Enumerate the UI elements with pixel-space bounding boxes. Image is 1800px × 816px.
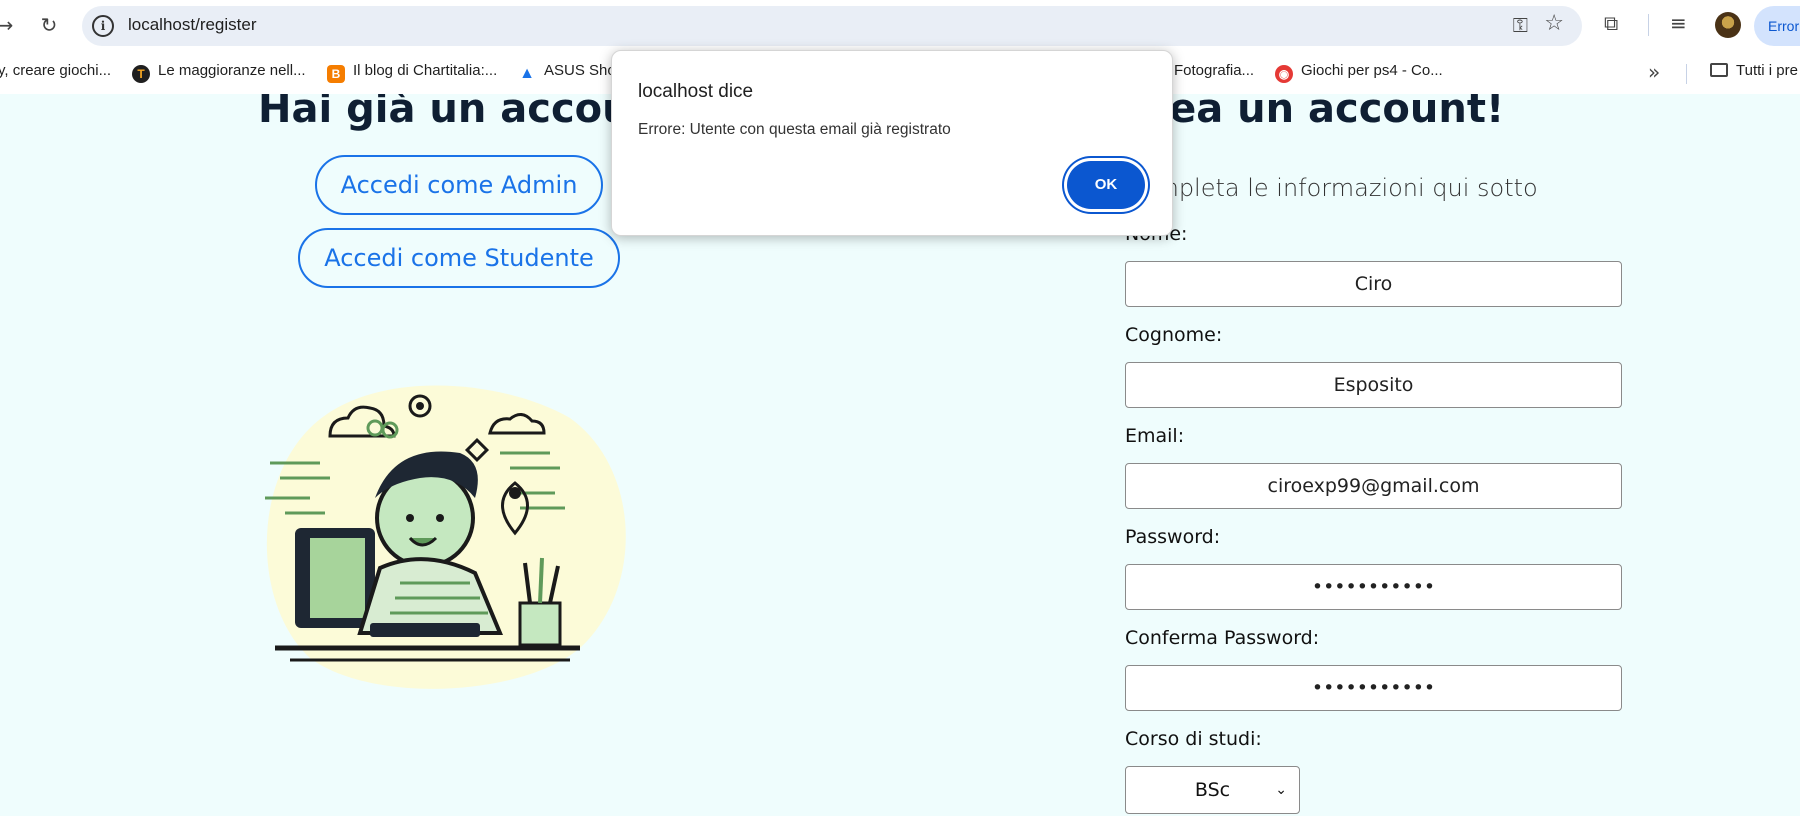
site-info-icon[interactable]: i [92, 15, 114, 37]
ok-button[interactable]: OK [1067, 161, 1145, 209]
chevron-down-icon: ⌄ [1275, 782, 1287, 798]
admin-login-button[interactable]: Accedi come Admin [315, 155, 603, 215]
profile-error-button[interactable]: Errori [1754, 6, 1800, 46]
extensions-icon[interactable]: ⧉ [1604, 11, 1618, 35]
site-favicon-icon: T [132, 65, 150, 83]
email-label: Email: [1125, 425, 1185, 447]
asus-icon: ▲ [519, 65, 535, 82]
browser-toolbar: → ↻ i localhost/register ⚿ ☆ ⧉ ≡ Errori [0, 0, 1800, 52]
bookmarks-folder[interactable]: Tutti i pre [1710, 62, 1798, 79]
cognome-label: Cognome: [1125, 324, 1223, 346]
nome-field[interactable] [1125, 261, 1622, 307]
bookmark-item[interactable]: B Il blog di Chartitalia:... [327, 62, 497, 83]
student-login-button[interactable]: Accedi come Studente [298, 228, 620, 288]
media-queue-icon[interactable]: ≡ [1670, 11, 1687, 35]
corso-select[interactable]: BSc ⌄ [1125, 766, 1300, 814]
dialog-title: localhost dice [638, 81, 754, 102]
corso-label: Corso di studi: [1125, 728, 1262, 750]
toolbar-divider [1648, 14, 1649, 36]
student-at-computer-illustration [265, 385, 626, 689]
bookmark-star-icon[interactable]: ☆ [1544, 11, 1564, 36]
alert-dialog: localhost dice Errore: Utente con questa… [611, 50, 1173, 236]
address-bar[interactable]: i localhost/register ⚿ ☆ [82, 6, 1582, 46]
bookmark-item[interactable]: y, creare giochi... [0, 62, 111, 79]
bookmark-item[interactable]: Fotografia... [1174, 62, 1254, 79]
profile-avatar[interactable] [1715, 12, 1741, 38]
register-subtitle: Completa le informazioni qui sotto [1124, 174, 1538, 202]
site-favicon-icon: ◉ [1275, 65, 1293, 83]
bookmark-item[interactable]: ▲ ASUS Sho [518, 62, 616, 83]
bookmarks-divider [1686, 64, 1687, 84]
dialog-message: Errore: Utente con questa email già regi… [638, 121, 951, 138]
email-field[interactable] [1125, 463, 1622, 509]
register-heading: Crea un account! [1120, 94, 1505, 132]
blogger-icon: B [327, 65, 345, 83]
cognome-field[interactable] [1125, 362, 1622, 408]
bookmark-item[interactable]: ◉ Giochi per ps4 - Co... [1275, 62, 1443, 83]
reload-icon[interactable]: ↻ [36, 12, 62, 38]
bookmark-item[interactable]: T Le maggioranze nell... [132, 62, 306, 83]
password-key-icon[interactable]: ⚿ [1513, 13, 1528, 37]
confirm-password-field[interactable] [1125, 665, 1622, 711]
password-label: Password: [1125, 526, 1221, 548]
more-bookmarks-icon[interactable]: » [1648, 60, 1660, 84]
confirm-password-label: Conferma Password: [1125, 627, 1320, 649]
forward-icon[interactable]: → [0, 12, 18, 38]
folder-icon [1710, 63, 1728, 77]
url-text[interactable]: localhost/register [128, 15, 257, 35]
password-field[interactable] [1125, 564, 1622, 610]
